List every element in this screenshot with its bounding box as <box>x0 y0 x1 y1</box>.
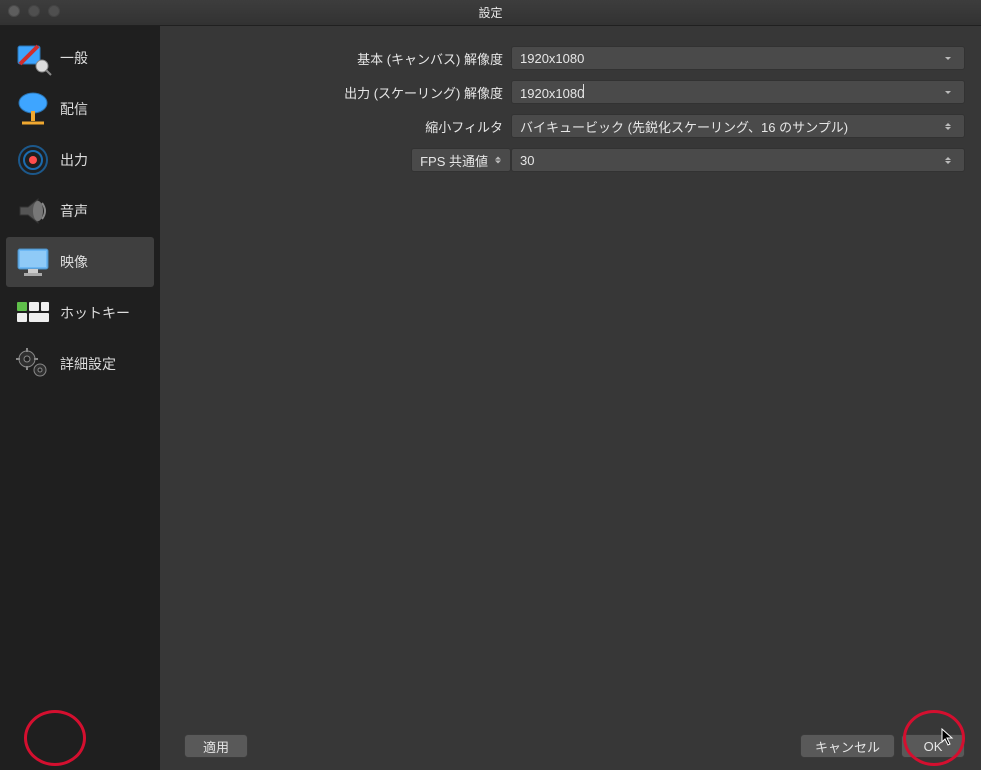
chevron-down-icon <box>940 91 956 94</box>
sidebar-item-output[interactable]: 出力 <box>6 135 154 185</box>
fps-type-value: FPS 共通値 <box>420 151 488 170</box>
sidebar-item-label: 詳細設定 <box>60 354 116 374</box>
base-resolution-label: 基本 (キャンバス) 解像度 <box>176 49 511 68</box>
sidebar-item-label: 映像 <box>60 252 88 272</box>
sidebar-item-hotkeys[interactable]: ホットキー <box>6 288 154 338</box>
base-resolution-value: 1920x1080 <box>520 51 584 66</box>
spinner-arrows-icon <box>940 123 956 130</box>
maximize-icon <box>48 5 60 17</box>
output-resolution-combo[interactable]: 1920x1080 <box>511 80 965 104</box>
window-controls <box>8 5 60 17</box>
downscale-filter-label: 縮小フィルタ <box>176 117 511 136</box>
spinner-arrows-icon <box>490 157 506 164</box>
audio-icon <box>12 191 54 231</box>
general-icon <box>12 38 54 78</box>
sidebar: 一般 配信 出力 <box>0 26 160 770</box>
sidebar-item-video[interactable]: 映像 <box>6 237 154 287</box>
sidebar-item-general[interactable]: 一般 <box>6 33 154 83</box>
spinner-arrows-icon <box>940 157 956 164</box>
stream-icon <box>12 89 54 129</box>
sidebar-item-label: ホットキー <box>60 303 130 323</box>
close-icon[interactable] <box>8 5 20 17</box>
base-resolution-combo[interactable]: 1920x1080 <box>511 46 965 70</box>
titlebar: 設定 <box>0 0 981 26</box>
output-resolution-value: 1920x1080 <box>520 84 584 101</box>
sidebar-item-stream[interactable]: 配信 <box>6 84 154 134</box>
chevron-down-icon <box>940 57 956 60</box>
ok-button[interactable]: OK <box>901 734 965 758</box>
fps-type-select[interactable]: FPS 共通値 <box>411 148 511 172</box>
output-icon <box>12 140 54 180</box>
fps-value-select[interactable]: 30 <box>511 148 965 172</box>
sidebar-item-label: 出力 <box>60 150 88 170</box>
output-resolution-label: 出力 (スケーリング) 解像度 <box>176 83 511 102</box>
gears-icon <box>12 344 54 384</box>
video-icon <box>12 242 54 282</box>
sidebar-item-advanced[interactable]: 詳細設定 <box>6 339 154 389</box>
window-title: 設定 <box>478 4 502 21</box>
fps-value: 30 <box>520 153 534 168</box>
downscale-filter-value: バイキュービック (先鋭化スケーリング、16 のサンプル) <box>520 117 848 136</box>
sidebar-item-label: 音声 <box>60 201 88 221</box>
minimize-icon <box>28 5 40 17</box>
downscale-filter-select[interactable]: バイキュービック (先鋭化スケーリング、16 のサンプル) <box>511 114 965 138</box>
cancel-button[interactable]: キャンセル <box>800 734 895 758</box>
sidebar-item-label: 一般 <box>60 48 88 68</box>
sidebar-item-audio[interactable]: 音声 <box>6 186 154 236</box>
main-panel: 基本 (キャンバス) 解像度 1920x1080 出力 (スケーリング) 解像度… <box>160 26 981 770</box>
sidebar-item-label: 配信 <box>60 99 88 119</box>
hotkeys-icon <box>12 293 54 333</box>
